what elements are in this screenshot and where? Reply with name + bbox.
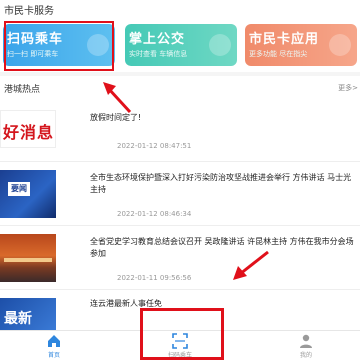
tab-home[interactable]: 首页 <box>24 331 84 360</box>
thumbnail-text: 要闻 <box>8 182 30 196</box>
tab-label: 首页 <box>47 352 60 359</box>
news-headline: 连云港最新人事任免 <box>90 299 162 308</box>
card-subtitle: 更多功能 尽在指尖 <box>249 50 308 58</box>
tab-mine[interactable]: 我的 <box>276 331 336 360</box>
news-list: 好消息 放假时间定了! 2022-01-12 08:47:51 要闻 全市生态环… <box>0 98 360 330</box>
news-item[interactable]: 最新 连云港最新人事任免 <box>0 290 360 330</box>
news-headline: 全市生态环境保护暨深入打好污染防治攻坚战推进会举行 方伟讲话 马士光主持 <box>90 173 352 194</box>
thumbnail-text: 好消息 <box>3 123 55 142</box>
news-headline: 全省党史学习教育总结会议召开 吴政隆讲话 许昆林主持 方伟在我市分会场参加 <box>90 237 354 258</box>
news-time: 2022-01-11 09:56:56 <box>117 274 192 282</box>
bottom-tab-bar: 首页 扫码乘车 我的 <box>0 330 360 360</box>
palm-bus-card[interactable]: 掌上公交 实时查看 车辆信息 <box>125 24 237 66</box>
section-header: 市民卡服务 <box>0 0 360 20</box>
news-item[interactable]: 好消息 放假时间定了! 2022-01-12 08:47:51 <box>0 104 360 162</box>
citizen-card-apps-card[interactable]: 市民卡应用 更多功能 尽在指尖 <box>245 24 357 66</box>
user-icon <box>300 334 312 348</box>
bus-icon <box>209 34 231 56</box>
qr-icon <box>87 34 109 56</box>
news-header: 港城热点 更多> <box>0 76 360 98</box>
service-cards: 扫码乘车 扫一扫 即可乘车 掌上公交 实时查看 车辆信息 市民卡应用 更多功能 … <box>0 20 360 72</box>
scan-ride-card[interactable]: 扫码乘车 扫一扫 即可乘车 <box>3 24 115 66</box>
news-item[interactable]: 全省党史学习教育总结会议召开 吴政隆讲话 许昆林主持 方伟在我市分会场参加 20… <box>0 226 360 290</box>
app-screen: 市民卡服务 扫码乘车 扫一扫 即可乘车 掌上公交 实时查看 车辆信息 市民卡应用… <box>0 0 360 360</box>
tab-label: 扫码乘车 <box>167 352 192 359</box>
section-title: 市民卡服务 <box>4 6 54 17</box>
thumbnail-text: 最新 <box>4 311 32 327</box>
card-subtitle: 扫一扫 即可乘车 <box>7 50 59 58</box>
home-icon <box>48 335 60 347</box>
tab-scan-ride[interactable]: 扫码乘车 <box>150 331 210 360</box>
news-time: 2022-01-12 08:46:34 <box>117 210 192 218</box>
more-link[interactable]: 更多> <box>338 83 358 93</box>
news-thumbnail: 好消息 <box>0 110 56 148</box>
scan-icon <box>172 333 188 349</box>
card-title: 掌上公交 <box>129 32 186 47</box>
card-title: 扫码乘车 <box>7 32 64 47</box>
news-item[interactable]: 要闻 全市生态环境保护暨深入打好污染防治攻坚战推进会举行 方伟讲话 马士光主持 … <box>0 162 360 226</box>
news-thumbnail: 要闻 <box>0 170 56 218</box>
news-section-title: 港城热点 <box>4 85 41 95</box>
tab-label: 我的 <box>299 352 312 359</box>
card-icon <box>329 34 351 56</box>
news-time: 2022-01-12 08:47:51 <box>117 142 192 150</box>
news-headline: 放假时间定了! <box>90 113 142 122</box>
card-title: 市民卡应用 <box>249 32 320 47</box>
card-subtitle: 实时查看 车辆信息 <box>129 50 188 58</box>
news-thumbnail: 最新 <box>0 298 56 330</box>
news-thumbnail <box>0 234 56 282</box>
stage-banner <box>4 258 52 262</box>
